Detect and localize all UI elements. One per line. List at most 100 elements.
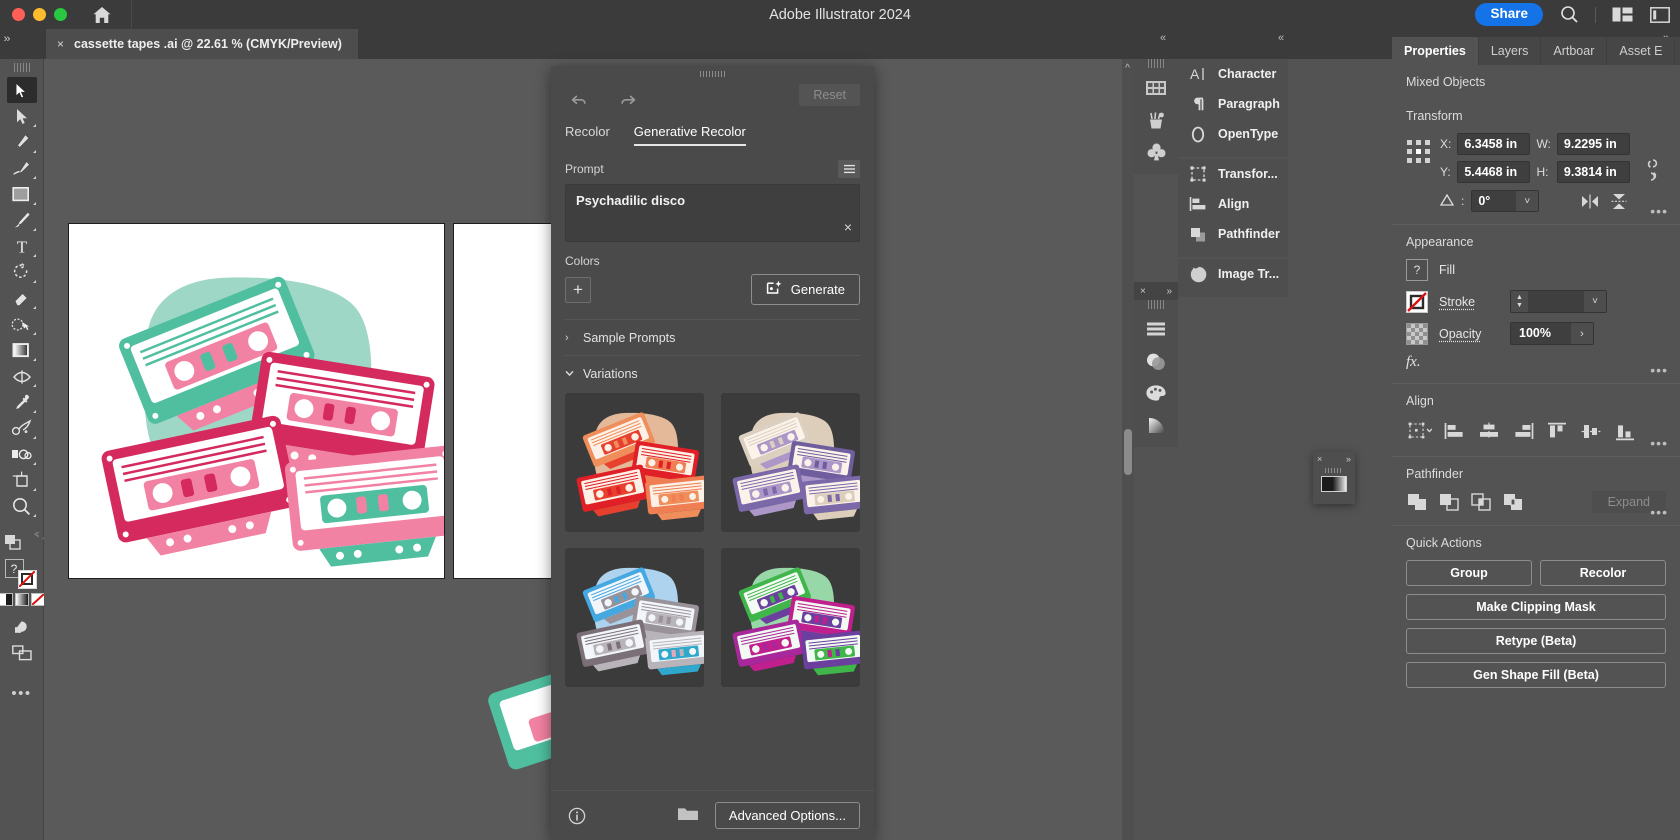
advanced-options-button[interactable]: Advanced Options... bbox=[715, 802, 860, 829]
color-swatch-icon[interactable] bbox=[0, 593, 13, 606]
gen-shape-fill-button[interactable]: Gen Shape Fill (Beta) bbox=[1406, 662, 1666, 688]
panel-item-align[interactable]: Align bbox=[1178, 189, 1288, 219]
folder-icon[interactable] bbox=[677, 805, 699, 827]
panel-item-pathfinder[interactable]: Pathfinder bbox=[1178, 219, 1288, 249]
effects-button[interactable]: fx. bbox=[1406, 354, 1666, 371]
align-more-options[interactable]: ••• bbox=[1650, 435, 1668, 451]
flip-horizontal-icon[interactable] bbox=[1579, 191, 1601, 211]
gradient-tool[interactable] bbox=[7, 337, 37, 363]
eraser-tool[interactable] bbox=[7, 285, 37, 311]
artboard-tool[interactable] bbox=[7, 467, 37, 493]
variations-accordion[interactable]: Variations bbox=[565, 356, 860, 391]
group-button[interactable]: Group bbox=[1406, 560, 1532, 586]
fill-swatch[interactable]: ? bbox=[1406, 259, 1428, 281]
window-controls[interactable] bbox=[0, 8, 67, 21]
panel-drag-grip[interactable] bbox=[551, 66, 874, 82]
minus-front-icon[interactable] bbox=[1438, 491, 1460, 513]
symbols-icon[interactable] bbox=[1134, 136, 1178, 168]
stroke-dropdown-icon[interactable]: ˅ bbox=[1584, 291, 1606, 312]
variation-blue-gray[interactable] bbox=[565, 548, 704, 687]
canvas-vertical-scrollbar[interactable]: ^ bbox=[1122, 59, 1134, 840]
edit-toolbar-icon[interactable]: ••• bbox=[7, 680, 37, 706]
sample-prompts-accordion[interactable]: › Sample Prompts bbox=[565, 320, 860, 355]
transform-more-options[interactable]: ••• bbox=[1650, 203, 1668, 219]
panel-item-opentype[interactable]: OpenType bbox=[1178, 119, 1288, 149]
tab-artboards[interactable]: Artboar bbox=[1541, 37, 1607, 65]
add-color-button[interactable]: + bbox=[565, 277, 591, 303]
w-input[interactable]: 9.2295 in bbox=[1557, 133, 1630, 155]
brushes-icon[interactable] bbox=[1134, 104, 1178, 136]
cassette-tapes-illustration[interactable] bbox=[69, 224, 444, 578]
opacity-expand-icon[interactable]: › bbox=[1571, 323, 1593, 344]
arrange-documents-small-icon[interactable] bbox=[7, 640, 37, 666]
make-clipping-mask-button[interactable]: Make Clipping Mask bbox=[1406, 594, 1666, 620]
x-input[interactable]: 6.3458 in bbox=[1457, 133, 1530, 155]
panel-item-transform[interactable]: Transfor... bbox=[1178, 159, 1288, 189]
maximize-window-button[interactable] bbox=[54, 8, 67, 21]
expand-dock-icon[interactable]: » bbox=[1166, 286, 1172, 297]
paintbrush-tool[interactable] bbox=[7, 207, 37, 233]
artboard-1[interactable] bbox=[68, 223, 445, 579]
opacity-swatch[interactable] bbox=[1406, 323, 1428, 345]
tab-properties[interactable]: Properties bbox=[1392, 37, 1479, 65]
prompt-input[interactable]: Psychadilic disco × bbox=[565, 184, 860, 242]
angle-input[interactable]: 0° ˅ bbox=[1471, 190, 1539, 212]
selection-tool[interactable] bbox=[7, 77, 37, 103]
minimize-window-button[interactable] bbox=[33, 8, 46, 21]
redo-icon[interactable] bbox=[615, 86, 641, 110]
rail-grip-a[interactable] bbox=[1148, 59, 1164, 68]
share-button[interactable]: Share bbox=[1475, 3, 1543, 27]
align-left-icon[interactable] bbox=[1440, 418, 1470, 444]
intersect-icon[interactable] bbox=[1470, 491, 1492, 513]
reference-point-selector[interactable] bbox=[1406, 139, 1432, 165]
reset-button[interactable]: Reset bbox=[799, 84, 860, 106]
symbol-sprayer-tool[interactable] bbox=[7, 415, 37, 441]
exclude-icon[interactable] bbox=[1502, 491, 1524, 513]
drawing-mode-icon[interactable] bbox=[0, 529, 28, 555]
libraries-icon[interactable] bbox=[1134, 72, 1178, 104]
panel-item-paragraph[interactable]: Paragraph bbox=[1178, 89, 1288, 119]
opacity-value[interactable]: 100% bbox=[1511, 323, 1571, 344]
tab-generative-recolor[interactable]: Generative Recolor bbox=[634, 124, 746, 146]
rail-grip-b[interactable] bbox=[1148, 300, 1164, 309]
align-bottom-icon[interactable] bbox=[1610, 418, 1640, 444]
gradient-swatch[interactable] bbox=[1321, 476, 1347, 492]
close-dock-icon[interactable]: × bbox=[1140, 286, 1146, 297]
width-tool[interactable] bbox=[7, 363, 37, 389]
zoom-tool[interactable] bbox=[7, 493, 37, 519]
stroke-weight-value[interactable] bbox=[1528, 291, 1584, 312]
collapse-panels-left-icon[interactable]: » bbox=[4, 33, 11, 45]
stroke-stepper[interactable]: ▲▼ bbox=[1511, 291, 1528, 312]
align-right-icon[interactable] bbox=[1508, 418, 1538, 444]
search-icon[interactable] bbox=[1557, 3, 1581, 27]
eyedropper-tool[interactable] bbox=[7, 389, 37, 415]
collapse-middock-icon[interactable]: « bbox=[1278, 32, 1284, 44]
align-horizontal-center-icon[interactable] bbox=[1474, 418, 1504, 444]
direct-selection-tool[interactable] bbox=[7, 103, 37, 129]
arrange-documents-icon[interactable] bbox=[1610, 3, 1634, 27]
screen-mode-icon[interactable] bbox=[7, 614, 37, 640]
gradient-swatch-icon[interactable] bbox=[15, 593, 29, 606]
workspace-icon[interactable] bbox=[1648, 3, 1672, 27]
scroll-up-icon[interactable]: ^ bbox=[1122, 63, 1133, 74]
clear-prompt-icon[interactable]: × bbox=[844, 219, 852, 235]
tab-layers[interactable]: Layers bbox=[1479, 37, 1542, 65]
flip-vertical-icon[interactable] bbox=[1608, 191, 1630, 211]
unite-icon[interactable] bbox=[1406, 491, 1428, 513]
close-document-icon[interactable]: × bbox=[57, 37, 64, 51]
h-input[interactable]: 9.3814 in bbox=[1557, 161, 1630, 183]
none-swatch-icon[interactable] bbox=[31, 593, 45, 606]
toolbar-grip[interactable] bbox=[14, 63, 30, 72]
gradient-icon[interactable] bbox=[1134, 409, 1178, 441]
curvature-tool[interactable] bbox=[7, 155, 37, 181]
column-graph-tool[interactable] bbox=[7, 441, 37, 467]
pathfinder-more-options[interactable]: ••• bbox=[1650, 504, 1668, 520]
prompt-history-icon[interactable] bbox=[838, 160, 860, 178]
panel-item-character[interactable]: A Character bbox=[1178, 59, 1288, 89]
collapse-rail-icon[interactable]: « bbox=[1160, 32, 1166, 44]
variation-orange-red[interactable] bbox=[565, 393, 704, 532]
variation-green-magenta[interactable] bbox=[721, 548, 860, 687]
appearance-more-options[interactable]: ••• bbox=[1650, 362, 1668, 378]
tab-recolor[interactable]: Recolor bbox=[565, 124, 610, 146]
scrollbar-thumb[interactable] bbox=[1124, 429, 1132, 475]
